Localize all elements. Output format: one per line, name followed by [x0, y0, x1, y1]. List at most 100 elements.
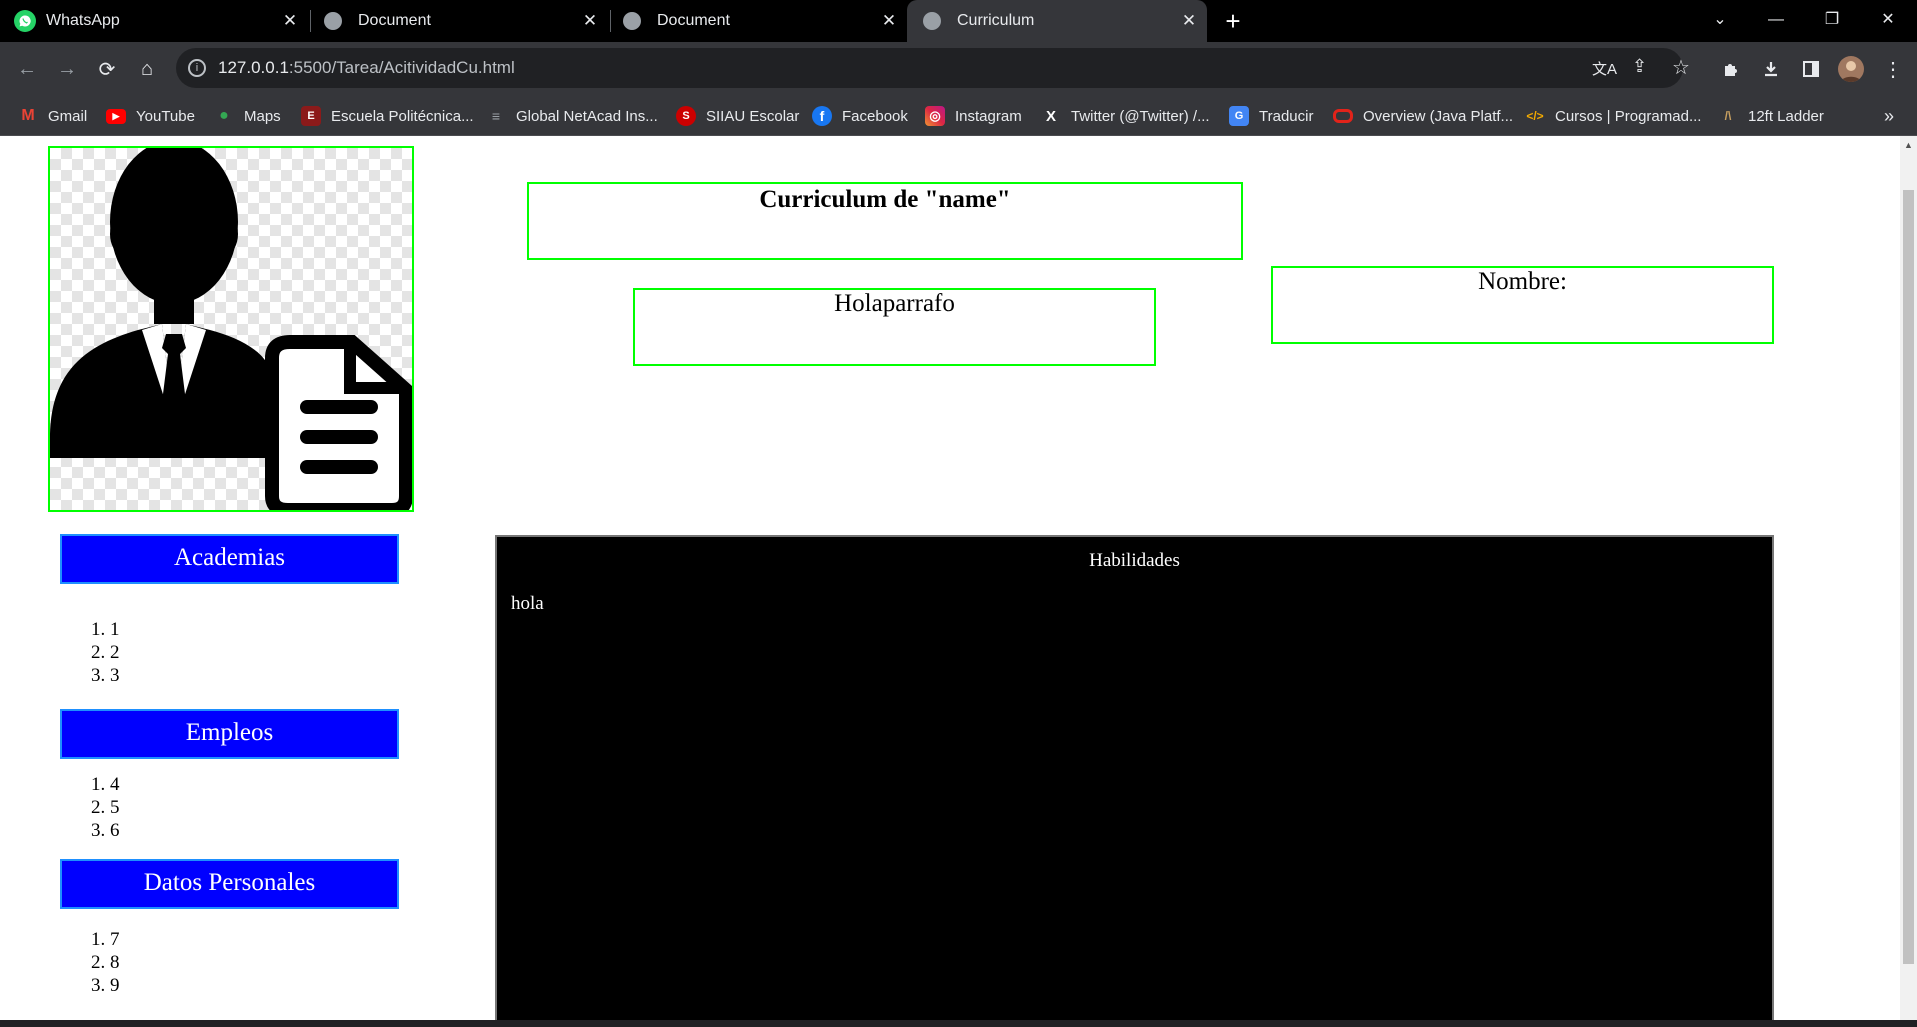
businessman-document-icon [50, 148, 412, 510]
bookmark-siiau[interactable]: S SIIAU Escolar [676, 104, 799, 128]
bookmark-label: Overview (Java Platf... [1363, 107, 1514, 125]
siiau-icon: S [676, 106, 696, 126]
restore-button[interactable]: ❐ [1812, 6, 1852, 34]
academias-list: 1 2 3 [60, 618, 120, 687]
scroll-up-arrow-icon[interactable]: ▲ [1904, 140, 1913, 150]
globe-icon [923, 12, 941, 30]
bookmark-label: 12ft Ladder [1748, 107, 1824, 125]
escuela-crest-icon: E [301, 106, 321, 126]
share-icon[interactable]: ⇪ [1632, 56, 1647, 77]
address-bar[interactable]: i 127.0.0.1:5500/Tarea/AcitividadCu.html… [176, 48, 1690, 88]
bookmark-maps[interactable]: ● Maps [214, 104, 281, 128]
oracle-icon: O [1333, 109, 1353, 123]
paragraph-box: Holaparrafo [633, 288, 1156, 366]
bookmark-label: Facebook [842, 107, 908, 125]
close-window-button[interactable]: ✕ [1868, 6, 1908, 34]
section-heading-datos-personales: Datos Personales [60, 859, 399, 909]
section-heading-empleos: Empleos [60, 709, 399, 759]
empleos-list: 4 5 6 [60, 773, 120, 842]
list-item: 3 [110, 664, 120, 687]
list-item: 4 [110, 773, 120, 796]
bookmark-label: SIIAU Escolar [706, 107, 800, 125]
new-tab-button[interactable]: + [1220, 8, 1246, 34]
extensions-puzzle-icon[interactable] [1718, 56, 1744, 82]
close-tab-icon[interactable]: ✕ [280, 11, 300, 31]
bookmark-label: Maps [244, 107, 281, 125]
list-item: 5 [110, 796, 120, 819]
url-host: 127.0.0.1 [218, 58, 289, 77]
page-viewport: Curriculum de "name" Holaparrafo Nombre:… [0, 136, 1900, 1020]
section-heading-academias: Academias [60, 534, 399, 584]
bookmark-java-overview[interactable]: O Overview (Java Platf... [1333, 104, 1513, 128]
close-tab-icon[interactable]: ✕ [580, 11, 600, 31]
bookmark-label: Instagram [955, 107, 1022, 125]
menu-kebab-icon[interactable]: ⋮ [1880, 56, 1906, 82]
close-tab-icon[interactable]: ✕ [879, 11, 899, 31]
facebook-icon: f [812, 106, 832, 126]
bookmark-star-icon[interactable]: ☆ [1672, 55, 1690, 80]
scrollbar-thumb[interactable] [1903, 190, 1914, 964]
home-icon[interactable]: ⌂ [132, 54, 162, 84]
bookmark-escuela[interactable]: E Escuela Politécnica... [301, 104, 474, 128]
bookmark-label: Global NetAcad Ins... [516, 107, 658, 125]
page-title: Curriculum de "name" [759, 186, 1011, 213]
bookmark-gmail[interactable]: M Gmail [18, 104, 87, 128]
url-path: :5500/Tarea/AcitividadCu.html [288, 58, 515, 77]
tab-curriculum-active[interactable]: Curriculum ✕ [907, 0, 1207, 42]
whatsapp-icon [14, 10, 36, 32]
youtube-icon: ▶ [106, 108, 126, 124]
bookmark-label: Traducir [1259, 107, 1314, 125]
tab-separator [310, 10, 311, 32]
browser-window: WhatsApp ✕ Document ✕ Document ✕ Curricu… [0, 0, 1917, 1027]
site-info-icon[interactable]: i [188, 59, 206, 77]
list-item: 7 [110, 928, 120, 951]
tab-document-1[interactable]: Document ✕ [324, 0, 608, 42]
side-panel-icon[interactable] [1798, 56, 1824, 82]
bookmark-label: Escuela Politécnica... [331, 107, 474, 125]
forward-arrow-icon[interactable]: → [52, 54, 82, 84]
bookmark-youtube[interactable]: ▶ YouTube [106, 104, 195, 128]
bookmark-traducir[interactable]: G Traducir [1229, 104, 1313, 128]
profile-photo [48, 146, 414, 512]
tab-search-chevron-icon[interactable]: ⌄ [1700, 6, 1740, 34]
gmail-icon: M [21, 107, 35, 124]
more-bookmarks-chevron-icon[interactable]: » [1884, 104, 1894, 128]
bookmark-12ft-ladder[interactable]: /\ 12ft Ladder [1718, 104, 1824, 128]
navigation-toolbar: ← → ⟳ ⌂ i 127.0.0.1:5500/Tarea/Acitivida… [0, 42, 1917, 96]
list-item: 6 [110, 819, 120, 842]
tab-document-2[interactable]: Document ✕ [623, 0, 907, 42]
bookmark-cursos[interactable]: </> Cursos | Programad... [1525, 104, 1701, 128]
tab-strip: WhatsApp ✕ Document ✕ Document ✕ Curricu… [0, 0, 1917, 42]
reload-icon[interactable]: ⟳ [92, 54, 122, 84]
minimize-button[interactable]: — [1756, 6, 1796, 34]
bookmark-facebook[interactable]: f Facebook [812, 104, 908, 128]
bookmark-instagram[interactable]: ◎ Instagram [925, 104, 1022, 128]
close-tab-icon[interactable]: ✕ [1179, 11, 1199, 31]
list-item: 1 [110, 618, 120, 641]
tab-label: Document [358, 12, 431, 29]
skills-panel: Habilidades hola [495, 535, 1774, 1020]
paragraph-text: Holaparrafo [834, 290, 955, 317]
list-item: 8 [110, 951, 120, 974]
datos-personales-list: 7 8 9 [60, 928, 120, 997]
back-arrow-icon[interactable]: ← [12, 54, 42, 84]
url-text[interactable]: 127.0.0.1:5500/Tarea/AcitividadCu.html [218, 58, 515, 78]
bookmark-label: YouTube [136, 107, 195, 125]
google-translate-icon: G [1229, 106, 1249, 126]
profile-avatar[interactable] [1838, 56, 1864, 82]
bookmark-twitter[interactable]: X Twitter (@Twitter) /... [1041, 104, 1210, 128]
instagram-icon: ◎ [925, 106, 945, 126]
tab-label: WhatsApp [46, 12, 120, 29]
title-box: Curriculum de "name" [527, 182, 1243, 260]
ladder-icon: /\ [1724, 109, 1732, 123]
vertical-scrollbar[interactable]: ▲ [1900, 136, 1917, 1020]
bookmarks-bar: M Gmail ▶ YouTube ● Maps E Escuela Politécni… [0, 96, 1917, 136]
tab-whatsapp[interactable]: WhatsApp ✕ [14, 0, 308, 42]
skills-title: Habilidades [1089, 550, 1180, 571]
download-icon[interactable] [1758, 56, 1784, 82]
x-twitter-icon: X [1045, 107, 1056, 125]
bookmark-netacad[interactable]: ≡ Global NetAcad Ins... [486, 104, 658, 128]
code-icon: </> [1526, 109, 1544, 123]
list-item: 2 [110, 641, 120, 664]
translate-icon[interactable]: 文A [1592, 58, 1617, 79]
